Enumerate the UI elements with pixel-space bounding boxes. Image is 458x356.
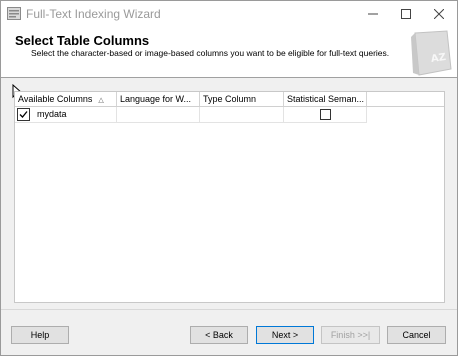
- window-title: Full-Text Indexing Wizard: [26, 7, 161, 21]
- statistical-semantics-checkbox[interactable]: [320, 109, 331, 120]
- column-header-language[interactable]: Language for W...: [117, 92, 200, 106]
- column-header-available-columns[interactable]: Available Columns △: [15, 92, 117, 106]
- available-column-cell: mydata: [15, 107, 117, 122]
- wizard-window: Full-Text Indexing Wizard Select Table C…: [0, 0, 458, 356]
- app-icon: [7, 7, 21, 20]
- book-icon: AZ: [411, 30, 452, 76]
- help-button[interactable]: Help: [11, 326, 69, 344]
- page-title: Select Table Columns: [15, 33, 150, 48]
- minimize-button[interactable]: [357, 1, 389, 27]
- minimize-icon: [368, 13, 378, 15]
- column-name: mydata: [37, 109, 67, 119]
- column-header-type-column[interactable]: Type Column: [200, 92, 284, 106]
- checkmark-icon: [19, 111, 28, 118]
- cancel-button[interactable]: Cancel: [387, 326, 446, 344]
- close-button[interactable]: [423, 1, 455, 27]
- next-button[interactable]: Next >: [256, 326, 314, 344]
- columns-grid[interactable]: Available Columns △ Language for W... Typ…: [14, 91, 445, 303]
- type-column-cell[interactable]: [200, 107, 284, 122]
- language-cell[interactable]: [117, 107, 200, 122]
- wizard-header: Select Table Columns Select the characte…: [1, 27, 457, 78]
- finish-button[interactable]: Finish >>|: [321, 326, 380, 344]
- book-badge-text: AZ: [430, 52, 446, 65]
- back-button[interactable]: < Back: [190, 326, 248, 344]
- column-select-checkbox[interactable]: [17, 108, 30, 121]
- title-bar: Full-Text Indexing Wizard: [1, 1, 457, 27]
- close-icon: [434, 9, 444, 19]
- footer-divider: [1, 309, 457, 310]
- maximize-icon: [401, 9, 411, 19]
- statistical-semantics-cell: [284, 107, 367, 122]
- maximize-button[interactable]: [390, 1, 422, 27]
- column-header-statistical-semantics[interactable]: Statistical Seman...: [284, 92, 367, 106]
- sort-ascending-icon: △: [98, 97, 104, 104]
- page-subtitle: Select the character-based or image-base…: [31, 48, 390, 58]
- grid-header: Available Columns △ Language for W... Typ…: [15, 92, 444, 107]
- table-row[interactable]: mydata: [15, 107, 367, 123]
